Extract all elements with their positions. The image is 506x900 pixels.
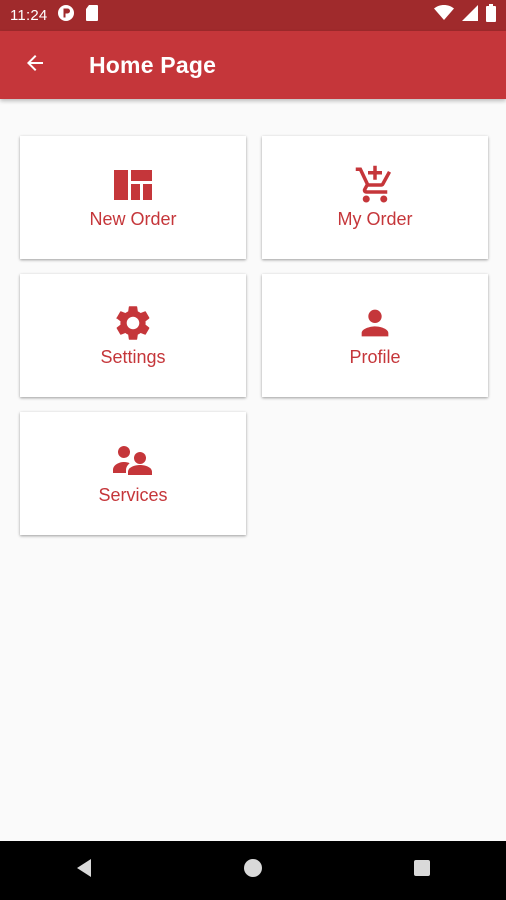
tile-profile[interactable]: Profile [262,274,488,397]
tile-label: Settings [100,347,166,367]
tile-label: Profile [349,347,401,367]
tile-services[interactable]: Services [20,412,246,535]
people-icon [111,441,155,481]
app-bar: Home Page [0,31,506,99]
nav-home-button[interactable] [223,841,283,900]
tile-my-order[interactable]: My Order [262,136,488,259]
wifi-icon [434,5,454,26]
recents-square-icon [413,859,431,882]
system-nav-bar [0,841,506,900]
back-triangle-icon [75,858,93,883]
status-time: 11:24 [10,7,48,24]
tile-settings[interactable]: Settings [20,274,246,397]
dashboard-icon [114,165,152,205]
arrow-back-icon [23,51,47,80]
back-button[interactable] [11,41,59,89]
status-bar: 11:24 [0,0,506,31]
sim-card-icon [85,4,99,27]
status-left: 11:24 [10,4,99,27]
tile-label: Services [98,485,168,505]
add-shopping-cart-icon [353,165,397,205]
gear-icon [112,303,154,343]
home-circle-icon [243,858,263,883]
page-title: Home Page [89,51,217,78]
tile-new-order[interactable]: New Order [20,136,246,259]
signal-icon [462,5,478,26]
nav-recents-button[interactable] [392,841,452,900]
tile-label: My Order [337,209,413,229]
app-notification-icon [57,4,75,27]
status-right [434,4,496,27]
person-icon [355,303,395,343]
battery-icon [486,4,496,27]
tile-label: New Order [89,209,177,229]
nav-back-button[interactable] [54,841,114,900]
